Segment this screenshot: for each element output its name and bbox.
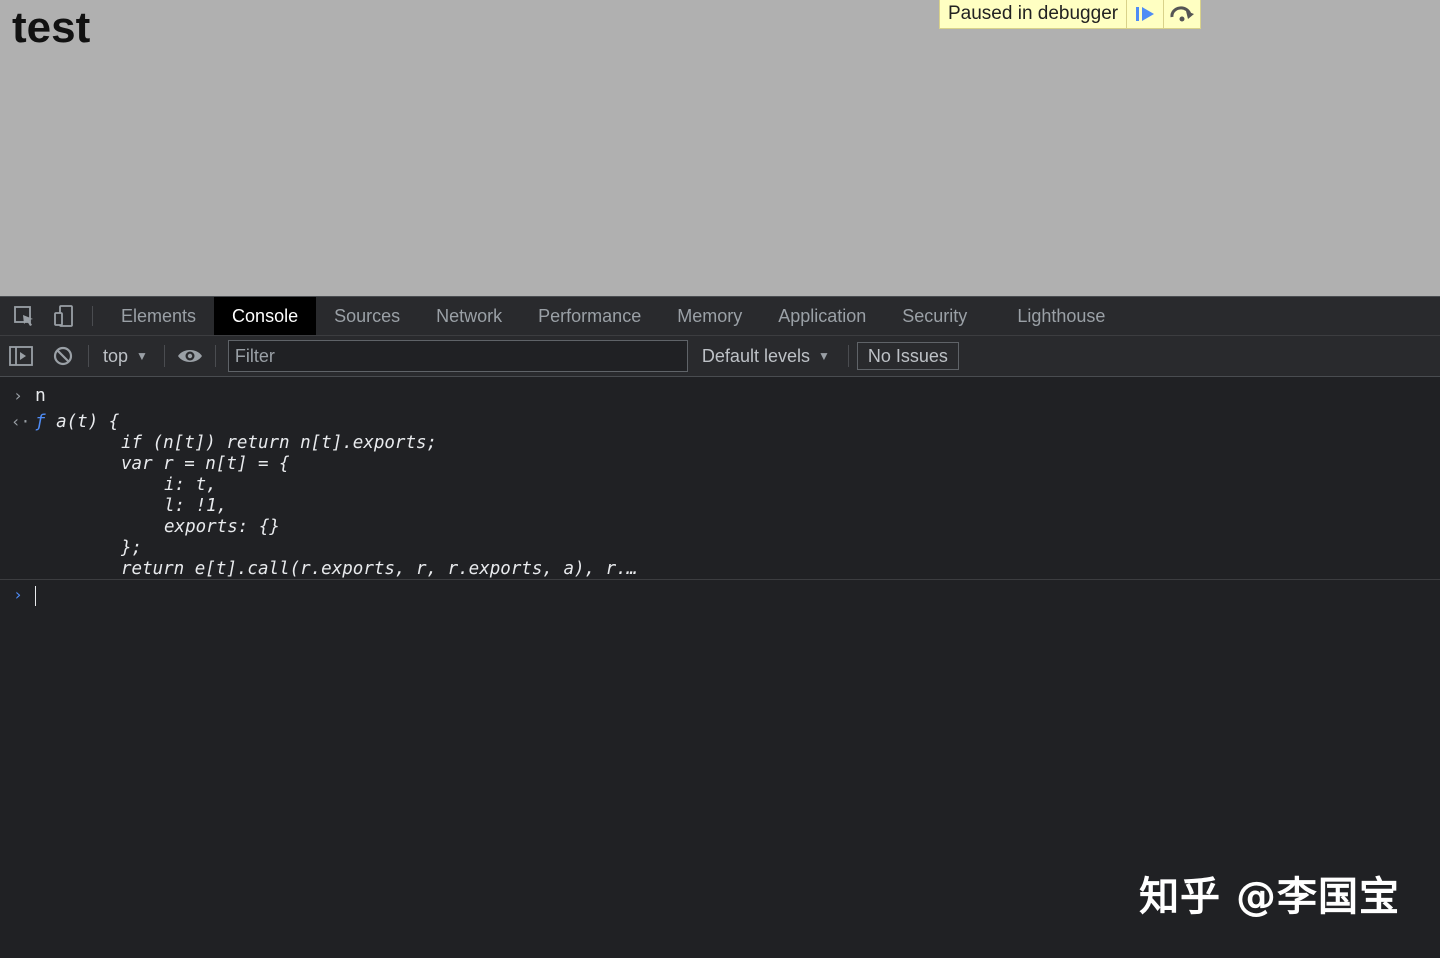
- code-line: l: !1,: [164, 496, 228, 516]
- show-sidebar-icon[interactable]: [0, 336, 42, 376]
- context-selector-label: top: [103, 345, 129, 366]
- tab-memory[interactable]: Memory: [659, 297, 760, 335]
- tabbar-divider: [92, 306, 93, 326]
- text-cursor: [35, 586, 36, 606]
- toolbar-divider: [847, 345, 849, 367]
- console-output: › n ‹· ƒ a(t) { if (n[t]) return n[t].ex…: [0, 377, 1440, 958]
- result-arrow-icon: ‹·: [11, 412, 31, 431]
- tab-elements[interactable]: Elements: [103, 297, 214, 335]
- toolbar-divider: [163, 345, 165, 367]
- console-toolbar: top ▼ Default levels ▼ No Issues: [0, 336, 1440, 377]
- live-expression-eye-icon[interactable]: [169, 336, 211, 376]
- console-prompt[interactable]: ›: [0, 583, 1440, 609]
- function-keyword: ƒ: [35, 412, 46, 432]
- console-input-message: › n: [0, 383, 1440, 407]
- devtools-panel: Elements Console Sources Network Perform…: [0, 296, 1440, 958]
- tab-security[interactable]: Security: [884, 297, 985, 335]
- inspect-element-icon[interactable]: [4, 297, 44, 335]
- console-result-message[interactable]: ‹· ƒ a(t) { if (n[t]) return n[t].export…: [0, 410, 1440, 580]
- step-over-button[interactable]: [1163, 0, 1200, 28]
- chevron-right-icon: ›: [13, 385, 23, 405]
- tab-application[interactable]: Application: [760, 297, 884, 335]
- code-line: var r = n[t] = {: [121, 454, 290, 474]
- code-line: if (n[t]) return n[t].exports;: [121, 433, 438, 453]
- console-command-text: n: [35, 384, 46, 406]
- page-viewport: test Paused in debugger: [0, 0, 1440, 296]
- code-line: exports: {}: [164, 517, 280, 537]
- log-levels-dropdown[interactable]: Default levels ▼: [688, 346, 844, 367]
- debugger-paused-text: Paused in debugger: [948, 3, 1119, 24]
- prompt-chevron-icon: ›: [13, 585, 23, 604]
- context-selector[interactable]: top ▼: [93, 346, 160, 367]
- code-line: ƒ a(t) {: [35, 412, 120, 432]
- toolbar-divider: [214, 345, 216, 367]
- chevron-down-icon: ▼: [817, 349, 830, 363]
- debugger-paused-banner: Paused in debugger: [939, 0, 1202, 29]
- clear-console-icon[interactable]: [42, 336, 84, 376]
- code-line: i: t,: [164, 475, 217, 495]
- toolbar-divider: [88, 345, 89, 367]
- step-over-icon: [1170, 6, 1195, 22]
- code-line: return e[t].call(r.exports, r, r.exports…: [121, 559, 638, 579]
- chevron-down-icon: ▼: [136, 349, 148, 363]
- tab-sources[interactable]: Sources: [316, 297, 418, 335]
- watermark: 知乎 @李国宝: [1139, 874, 1400, 920]
- code-line: };: [121, 538, 143, 558]
- tab-lighthouse[interactable]: Lighthouse: [999, 297, 1123, 335]
- device-toolbar-icon[interactable]: [44, 297, 84, 335]
- page-heading: test: [12, 3, 91, 52]
- resume-play-icon: [1136, 7, 1155, 21]
- issues-button[interactable]: No Issues: [856, 342, 959, 370]
- log-levels-label: Default levels: [701, 345, 810, 366]
- filter-input[interactable]: [227, 340, 688, 372]
- resume-button[interactable]: [1126, 0, 1163, 28]
- tab-console[interactable]: Console: [214, 297, 317, 335]
- devtools-tabbar: Elements Console Sources Network Perform…: [0, 296, 1440, 336]
- tab-performance[interactable]: Performance: [520, 297, 659, 335]
- tab-network[interactable]: Network: [418, 297, 520, 335]
- devtools-tabs: Elements Console Sources Network Perform…: [103, 297, 1123, 335]
